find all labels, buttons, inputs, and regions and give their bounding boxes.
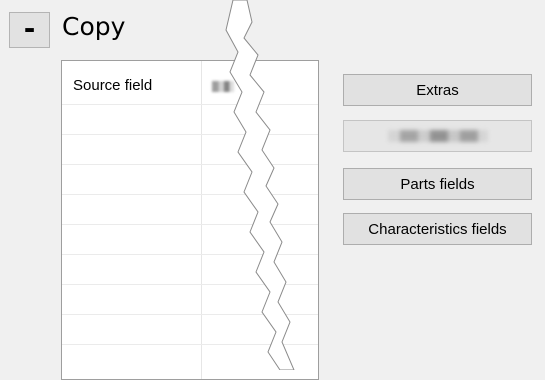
row-divider bbox=[62, 284, 318, 285]
grid-header-source-field: Source field bbox=[73, 77, 153, 94]
row-divider bbox=[62, 254, 318, 255]
collapse-section-button[interactable]: - bbox=[9, 12, 50, 48]
row-divider bbox=[62, 344, 318, 345]
section-title: Copy bbox=[62, 12, 126, 41]
row-divider bbox=[62, 164, 318, 165]
row-divider bbox=[62, 314, 318, 315]
grid-header-value-redacted bbox=[212, 81, 234, 92]
row-divider bbox=[62, 104, 318, 105]
row-divider bbox=[62, 134, 318, 135]
redacted-button[interactable] bbox=[343, 120, 532, 152]
parts-fields-button[interactable]: Parts fields bbox=[343, 168, 532, 200]
redacted-label bbox=[387, 130, 488, 142]
row-divider bbox=[62, 194, 318, 195]
extras-button[interactable]: Extras bbox=[343, 74, 532, 106]
row-divider bbox=[62, 224, 318, 225]
mapping-grid[interactable]: Source field bbox=[61, 60, 319, 380]
column-divider bbox=[201, 61, 202, 379]
characteristics-fields-button[interactable]: Characteristics fields bbox=[343, 213, 532, 245]
